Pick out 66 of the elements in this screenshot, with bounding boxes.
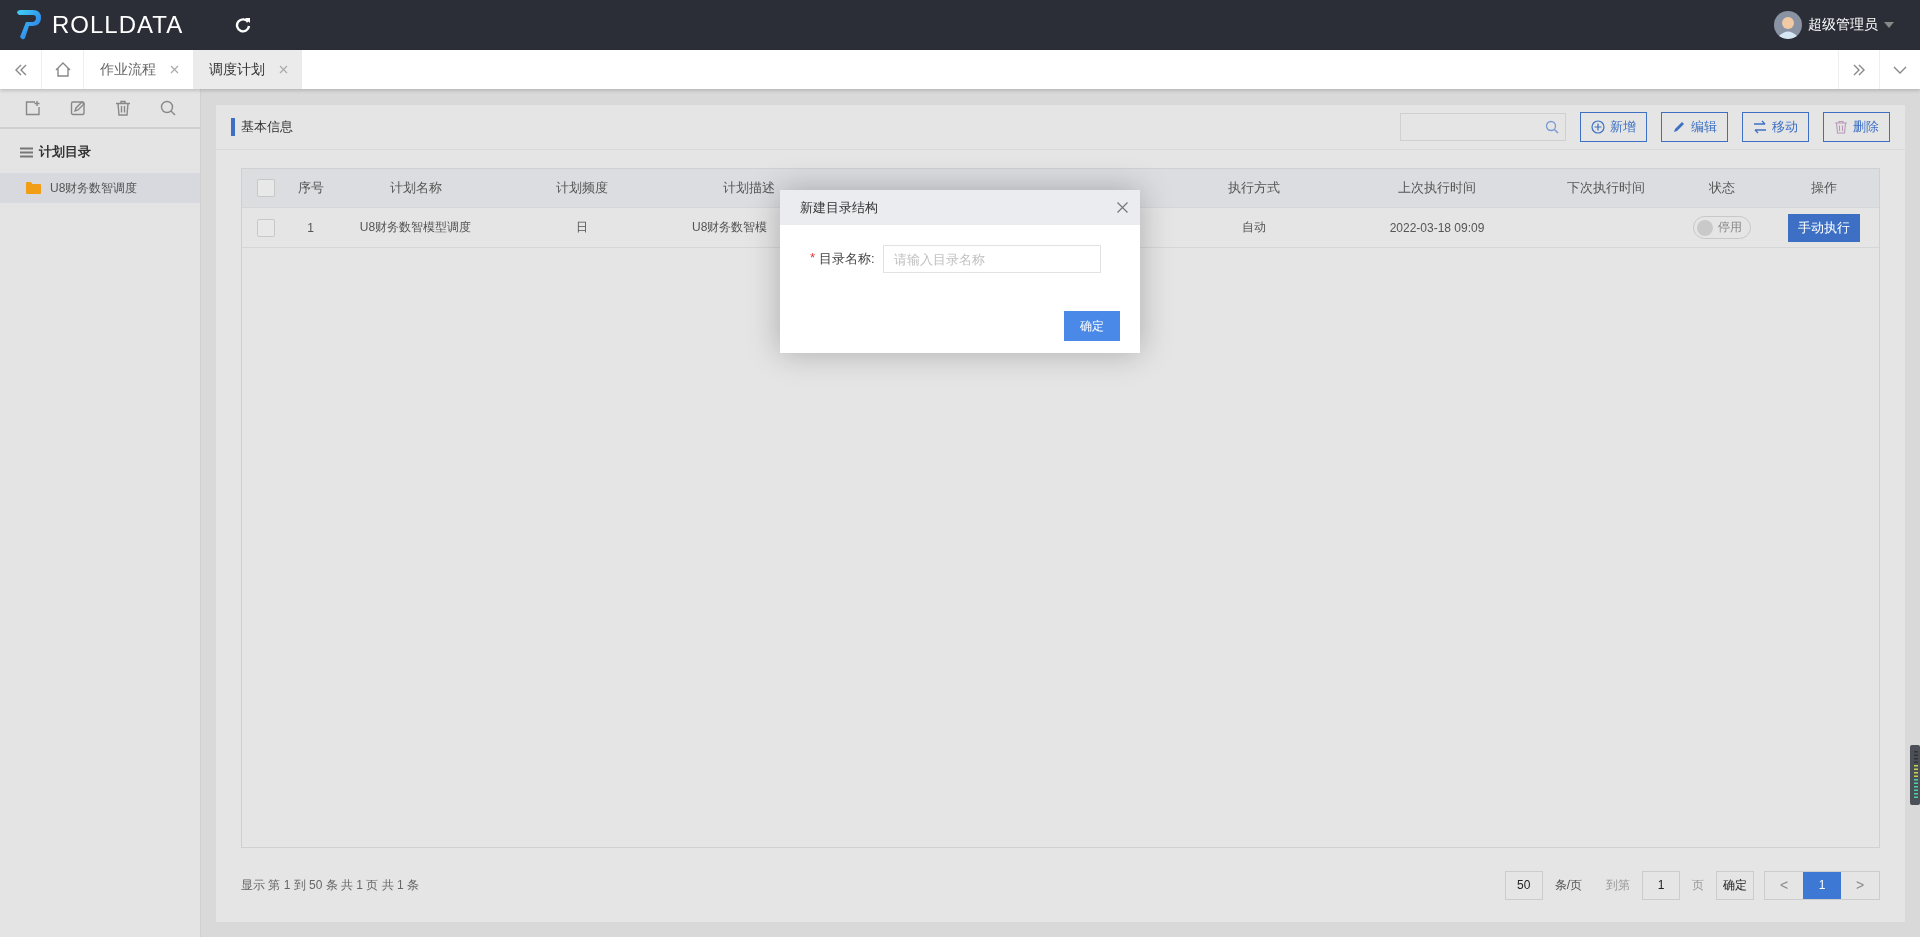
home-icon	[54, 62, 71, 77]
folder-icon	[26, 182, 41, 194]
goto-page-field[interactable]: 1	[1642, 870, 1680, 900]
plus-circle-icon	[1591, 120, 1605, 134]
page-unit-label: 页	[1692, 876, 1704, 894]
app-logo-text: ROLLDATA	[52, 11, 184, 39]
edit-button[interactable]: 编辑	[1661, 112, 1728, 142]
trash-icon	[1834, 120, 1848, 134]
add-button[interactable]: 新增	[1580, 112, 1647, 142]
column-header: 状态	[1708, 179, 1736, 197]
per-page-label: 条/页	[1554, 876, 1582, 894]
table-cell: 2022-03-18 09:09	[1389, 220, 1485, 235]
confirm-button[interactable]: 确定	[1064, 311, 1120, 341]
column-header: 计划描述	[721, 179, 776, 197]
trash-icon[interactable]	[114, 100, 131, 116]
close-icon[interactable]	[170, 65, 179, 74]
user-menu[interactable]: 超级管理员	[1774, 11, 1894, 39]
avatar-icon	[1774, 11, 1802, 39]
table-cell: 自动	[1242, 219, 1266, 236]
delete-button[interactable]: 删除	[1823, 112, 1890, 142]
new-folder-icon[interactable]	[24, 100, 41, 116]
column-header: 序号	[296, 179, 325, 197]
column-header: 操作	[1809, 179, 1838, 197]
tree-title: 计划目录	[39, 143, 91, 161]
swap-arrows-icon	[1753, 120, 1767, 134]
search-icon[interactable]	[159, 100, 176, 116]
column-header: 计划名称	[388, 179, 443, 197]
name-input-field[interactable]: 请输入目录名称	[882, 245, 1101, 273]
page-tab[interactable]: 作业流程	[84, 50, 193, 89]
tree-item[interactable]: U8财务数智调度	[0, 173, 200, 203]
close-icon[interactable]	[1117, 202, 1128, 213]
table-cell: 1	[307, 220, 314, 235]
pencil-icon	[1672, 120, 1686, 134]
logo-icon	[16, 10, 42, 40]
table-cell: 日	[576, 219, 588, 236]
page-number-button[interactable]: 1	[1803, 871, 1841, 899]
table-cell: U8财务数智模	[692, 219, 768, 236]
page-tab[interactable]: 调度计划	[193, 50, 302, 89]
search-icon[interactable]	[1545, 120, 1559, 134]
list-icon	[20, 146, 33, 158]
move-button[interactable]: 移动	[1742, 112, 1809, 142]
row-checkbox[interactable]	[256, 218, 275, 237]
edit-icon[interactable]	[69, 100, 86, 116]
select-all-checkbox[interactable]	[256, 179, 275, 197]
field-label: 目录名称:	[819, 250, 875, 268]
caret-icon	[1884, 22, 1894, 28]
dialog-title: 新建目录结构	[800, 198, 878, 217]
double-chevron-right-icon	[1852, 63, 1866, 76]
required-mark: *	[810, 250, 816, 267]
column-header: 计划频度	[555, 179, 609, 197]
manual-run-button[interactable]: 手动执行	[1787, 213, 1860, 242]
section-title: 基本信息	[231, 118, 293, 136]
double-chevron-left-icon	[13, 63, 28, 76]
column-header: 下次执行时间	[1566, 179, 1646, 197]
meter-widget-icon	[1910, 745, 1920, 805]
goto-confirm-button[interactable]: 确定	[1716, 870, 1754, 900]
goto-label: 到第	[1606, 876, 1630, 894]
column-header: 执行方式	[1227, 179, 1281, 197]
page-size-field[interactable]: 50	[1504, 870, 1543, 900]
pagination-summary: 显示 第 1 到 50 条 共 1 页 共 1 条	[241, 876, 420, 894]
refresh-icon[interactable]	[235, 17, 252, 33]
table-cell: U8财务数智模型调度	[359, 219, 472, 236]
search-field[interactable]	[1400, 113, 1566, 141]
column-header: 上次执行时间	[1397, 179, 1477, 197]
close-icon[interactable]	[279, 65, 288, 74]
chevron-down-icon	[1893, 65, 1907, 74]
